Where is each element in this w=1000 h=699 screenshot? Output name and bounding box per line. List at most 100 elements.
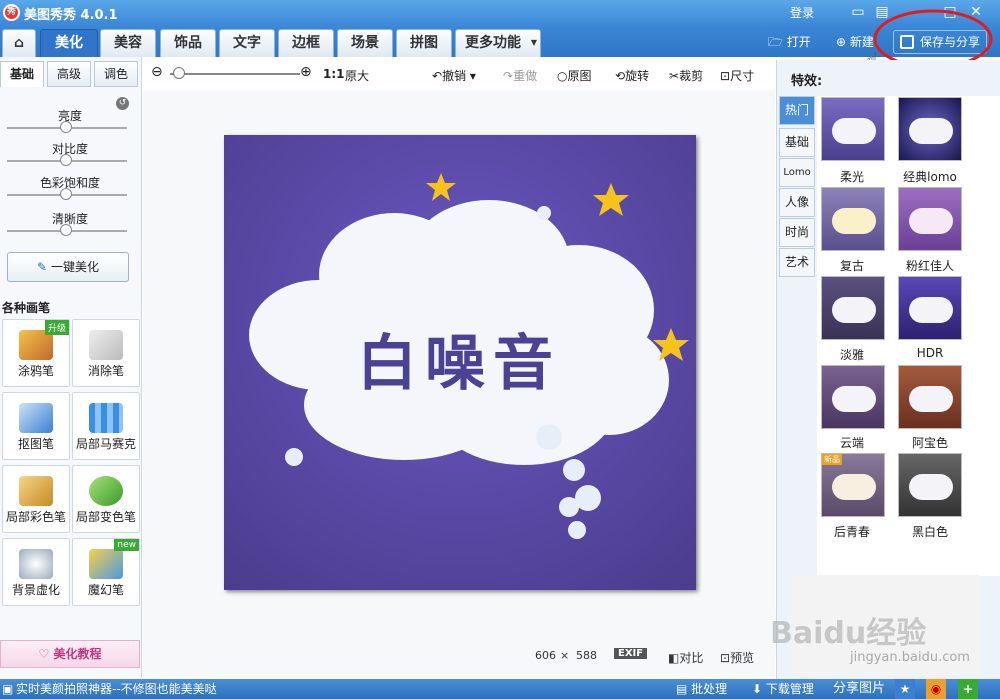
effect-thumb-youth[interactable]: 新品: [821, 453, 885, 517]
effect-thumb-elegant[interactable]: [821, 276, 885, 340]
effect-thumb-soft-light[interactable]: [821, 97, 885, 161]
paint-brush-icon: [19, 476, 53, 506]
mosaic-icon: [89, 403, 123, 433]
category-basic[interactable]: 基础: [779, 128, 815, 157]
login-link[interactable]: 登录: [790, 4, 814, 21]
batch-button[interactable]: ▤ 批处理: [676, 679, 727, 699]
open-button[interactable]: 🗁 打开: [768, 33, 811, 54]
left-panel: 基础 高级 调色 ↺ 亮度 对比度 色彩饱和度 清晰度 ✎ 一键美化 各种画笔 …: [0, 57, 142, 678]
exif-button[interactable]: EXIF: [614, 648, 648, 659]
tab-beauty[interactable]: 美容: [100, 29, 156, 57]
tab-more-features[interactable]: 更多功能 ▼: [455, 29, 541, 57]
download-icon: ⬇: [752, 682, 763, 696]
camera-icon: ▣: [2, 682, 14, 696]
brightness-label: 亮度: [57, 109, 82, 123]
effect-thumb-classic-lomo[interactable]: [898, 97, 962, 161]
app-logo: 秀: [3, 4, 20, 21]
image-height: 588: [576, 649, 597, 662]
crop-label: 裁剪: [679, 69, 704, 83]
effect-thumb-pink-lady[interactable]: [898, 187, 962, 251]
effect-thumb-abao[interactable]: [898, 365, 962, 429]
magic-brush-button[interactable]: 魔幻笔 new: [72, 538, 140, 606]
rotate-button[interactable]: ⟲旋转: [615, 67, 649, 84]
redo-button[interactable]: ↷重做: [503, 67, 537, 84]
tab-text[interactable]: 文字: [219, 29, 275, 57]
brightness-knob[interactable]: [60, 121, 72, 133]
message-icon[interactable]: ▭: [848, 2, 868, 22]
new-product-tag: 新品: [822, 454, 842, 465]
tab-beautify[interactable]: 美化: [40, 29, 98, 57]
zoom-out-icon[interactable]: ⊖: [151, 64, 163, 80]
blur-icon: [19, 549, 53, 579]
tab-scene[interactable]: 场景: [337, 29, 393, 57]
effect-label-pink-lady: 粉红佳人: [905, 259, 954, 273]
thumb-cloud: [832, 297, 876, 323]
thumb-cloud: [909, 474, 953, 500]
thumb-cloud: [832, 386, 876, 412]
download-manager-button[interactable]: ⬇ 下载管理: [752, 679, 814, 699]
qzone-icon[interactable]: ★: [895, 679, 915, 699]
one-key-beautify-button[interactable]: ✎ 一键美化: [7, 252, 129, 282]
plus-circle-icon: ⊕: [836, 35, 847, 49]
preview-button[interactable]: ⊡预览: [720, 649, 754, 666]
upgrade-badge: 升级: [44, 320, 69, 335]
recolor-brush-button[interactable]: 局部变色笔: [72, 465, 140, 533]
original-size-button[interactable]: 原大: [345, 67, 369, 84]
weibo-icon[interactable]: ◉: [926, 679, 946, 699]
tab-accessories[interactable]: 饰品: [160, 29, 216, 57]
undo-label: 撤销: [442, 69, 467, 83]
category-art[interactable]: 艺术: [779, 248, 815, 277]
crop-button[interactable]: ✂裁剪: [669, 67, 703, 84]
original-image-button[interactable]: ○原图: [557, 67, 592, 84]
mosaic-brush-button[interactable]: 局部马赛克: [72, 392, 140, 460]
eraser-brush-button[interactable]: 消除笔: [72, 319, 140, 387]
status-bar: ▣ 实时美颜拍照神器--不修图也能美美哒 ▤ 批处理 ⬇ 下载管理 分享图片 ★…: [0, 679, 1000, 699]
resize-label: 尺寸: [730, 69, 755, 83]
undo-icon: ↶: [432, 69, 443, 83]
sharpness-knob[interactable]: [60, 224, 72, 236]
category-hot[interactable]: 热门: [779, 96, 815, 125]
subtab-advanced[interactable]: 高级: [47, 61, 91, 87]
cutout-brush-button[interactable]: 抠图笔: [2, 392, 70, 460]
effect-thumb-cloud[interactable]: [821, 365, 885, 429]
doodle-brush-label: 涂鸦笔: [17, 364, 54, 378]
tab-frame[interactable]: 边框: [278, 29, 334, 57]
resize-icon: ⊡: [720, 69, 731, 83]
effect-thumb-black-white[interactable]: [898, 453, 962, 517]
undo-button[interactable]: ↶撤销 ▾: [432, 67, 476, 84]
zoom-slider-knob[interactable]: [173, 67, 185, 79]
category-fashion[interactable]: 时尚: [779, 218, 815, 247]
heart-icon: ♡: [38, 647, 50, 661]
tutorial-button[interactable]: ♡ 美化教程: [0, 640, 140, 668]
preview-icon: ⊡: [720, 651, 731, 665]
compare-icon: ◧: [668, 651, 680, 665]
ratio-label[interactable]: 1:1: [323, 67, 345, 81]
subtab-basic[interactable]: 基础: [0, 61, 44, 87]
tab-more-label: 更多功能: [465, 35, 521, 51]
add-share-icon[interactable]: +: [958, 679, 978, 699]
home-tab[interactable]: ⌂: [2, 29, 36, 57]
category-portrait[interactable]: 人像: [779, 188, 815, 217]
compare-button[interactable]: ◧对比: [668, 649, 703, 666]
edited-image[interactable]: 白噪音: [224, 135, 696, 590]
tutorial-label: 美化教程: [53, 647, 102, 661]
tab-collage[interactable]: 拼图: [396, 29, 452, 57]
contrast-knob[interactable]: [60, 154, 72, 166]
category-lomo[interactable]: Lomo: [779, 158, 815, 187]
watermark-url: jingyan.baidu.com: [850, 650, 970, 665]
color-brush-button[interactable]: 局部彩色笔: [2, 465, 70, 533]
status-tip[interactable]: 实时美颜拍照神器--不修图也能美美哒: [16, 679, 217, 699]
doodle-brush-button[interactable]: 涂鸦笔 升级: [2, 319, 70, 387]
saturation-knob[interactable]: [60, 188, 72, 200]
chevron-down-icon: ▼: [530, 38, 537, 47]
zoom-slider-track[interactable]: [170, 73, 300, 75]
dimension-separator: ×: [560, 649, 570, 662]
share-image-button[interactable]: 分享图片: [833, 679, 885, 699]
zoom-in-icon[interactable]: ⊕: [300, 64, 312, 80]
subtab-color[interactable]: 调色: [94, 61, 138, 87]
effect-thumb-hdr[interactable]: [898, 276, 962, 340]
background-blur-button[interactable]: 背景虚化: [2, 538, 70, 606]
resize-button[interactable]: ⊡尺寸: [720, 67, 754, 84]
magic-wand-icon: ✎: [37, 260, 48, 274]
effect-thumb-retro[interactable]: [821, 187, 885, 251]
